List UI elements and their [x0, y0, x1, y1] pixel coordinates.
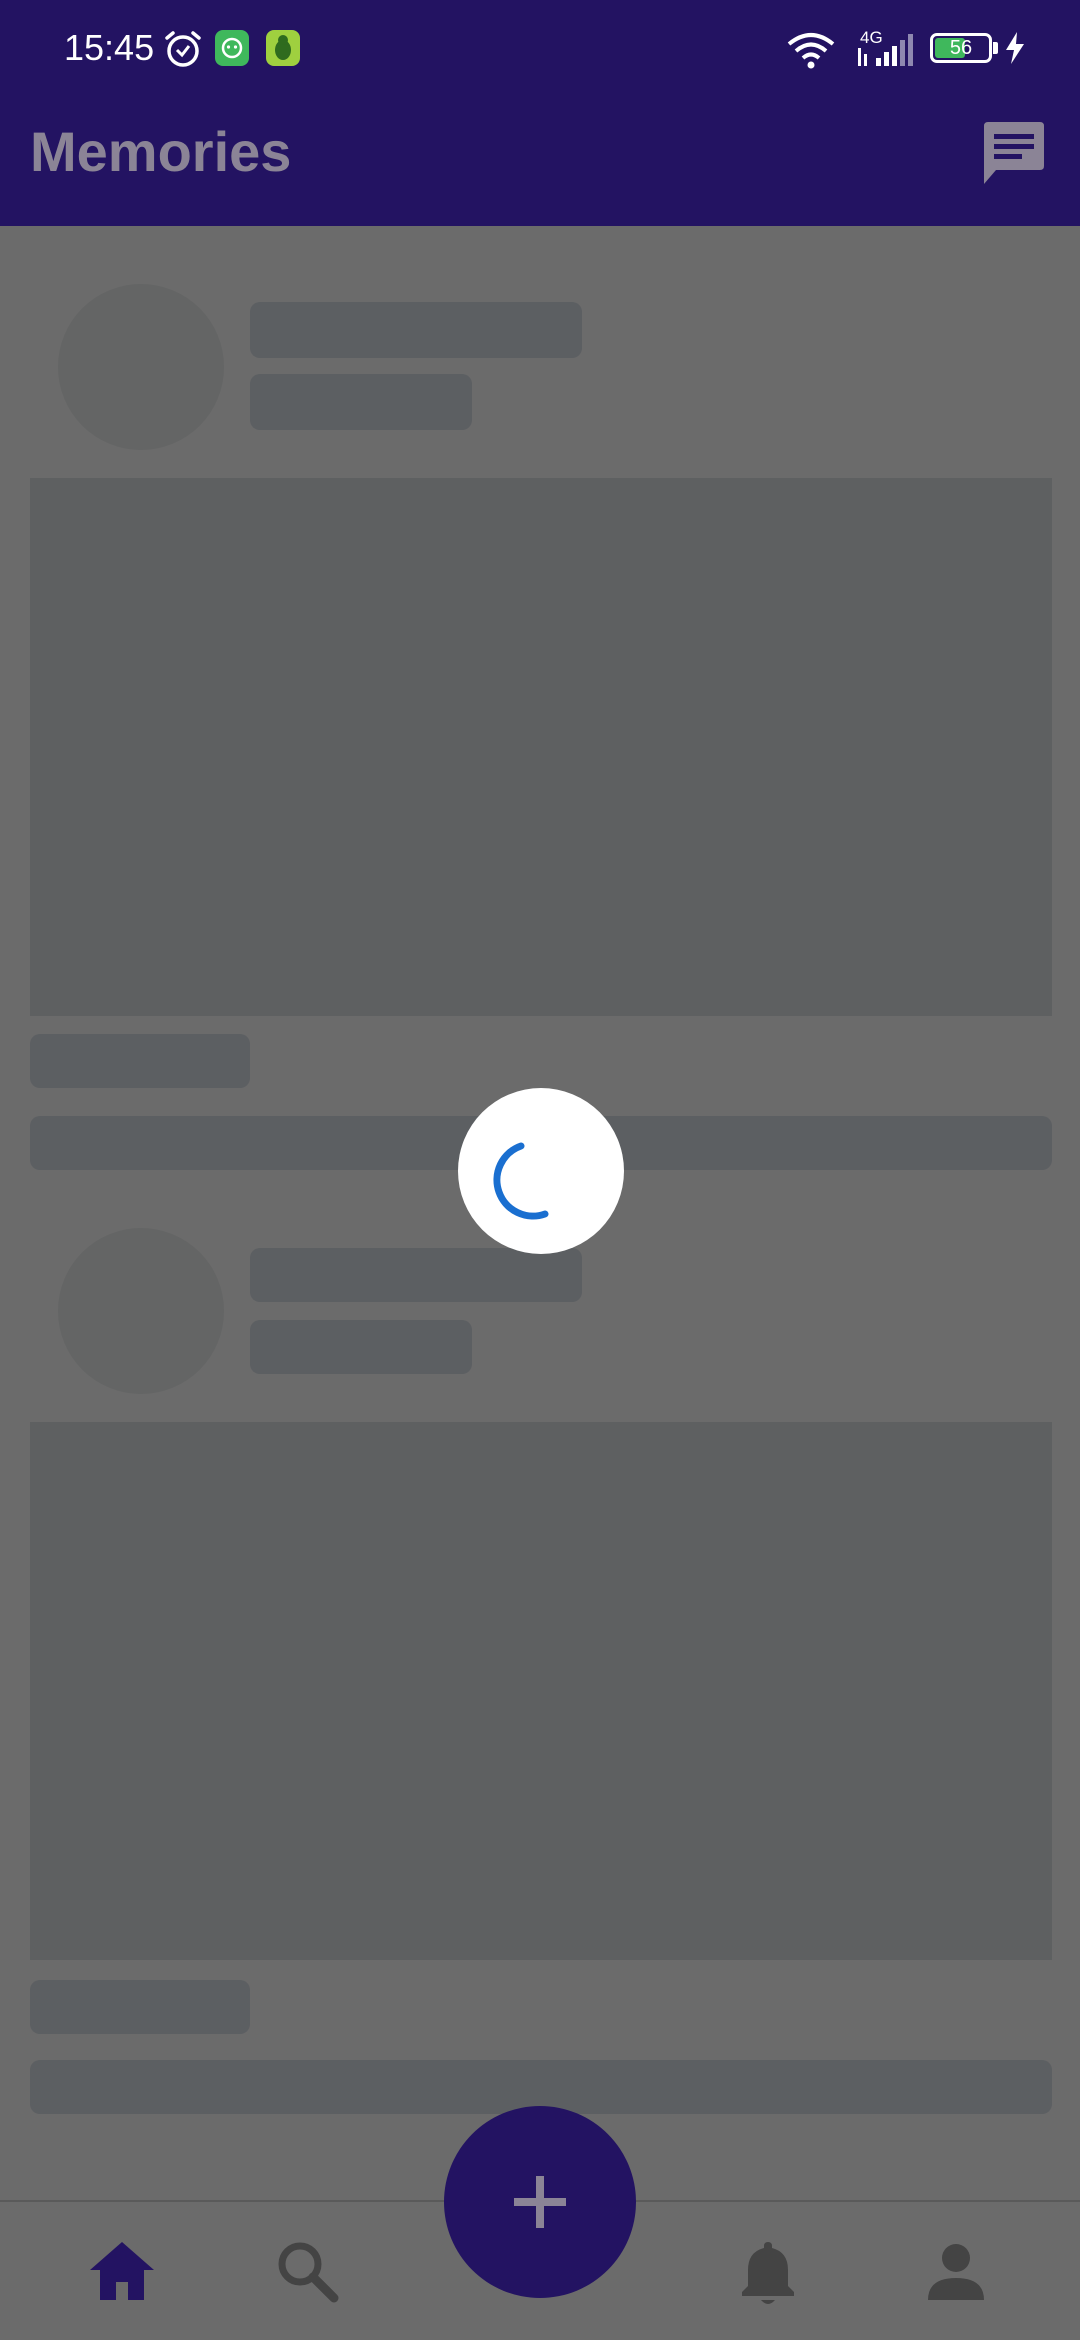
skeleton-name	[250, 1248, 582, 1302]
skeleton-name	[250, 302, 582, 358]
wifi-icon	[787, 33, 835, 69]
add-button[interactable]	[444, 2106, 636, 2298]
bug-app-icon	[266, 30, 300, 66]
add-icon	[514, 2176, 566, 2228]
skeleton-image	[30, 478, 1052, 1016]
skeleton-caption-short	[30, 1034, 250, 1088]
skeleton-caption-short	[30, 1980, 250, 2034]
home-icon[interactable]	[86, 2236, 158, 2308]
alarm-icon	[165, 31, 201, 67]
signal-icon	[858, 34, 913, 66]
skeleton-avatar	[58, 1228, 224, 1394]
skeleton-avatar	[58, 284, 224, 450]
skeleton-image	[30, 1422, 1052, 1960]
status-bar	[0, 0, 1080, 98]
profile-icon[interactable]	[920, 2236, 992, 2308]
search-icon[interactable]	[272, 2236, 344, 2308]
page-title: Memories	[30, 120, 292, 183]
battery-cap	[993, 42, 998, 54]
status-time: 15:45	[64, 27, 155, 68]
app-notification-icon	[215, 30, 249, 66]
loading-indicator	[458, 1088, 624, 1254]
battery-level: 56	[949, 37, 973, 59]
skeleton-subtitle	[250, 374, 472, 430]
charging-icon	[1006, 32, 1024, 64]
chat-icon[interactable]	[978, 118, 1050, 190]
skeleton-subtitle	[250, 1320, 472, 1374]
spinner-icon	[493, 1142, 549, 1220]
battery-icon: 56	[930, 33, 992, 63]
bell-icon[interactable]	[732, 2236, 804, 2308]
